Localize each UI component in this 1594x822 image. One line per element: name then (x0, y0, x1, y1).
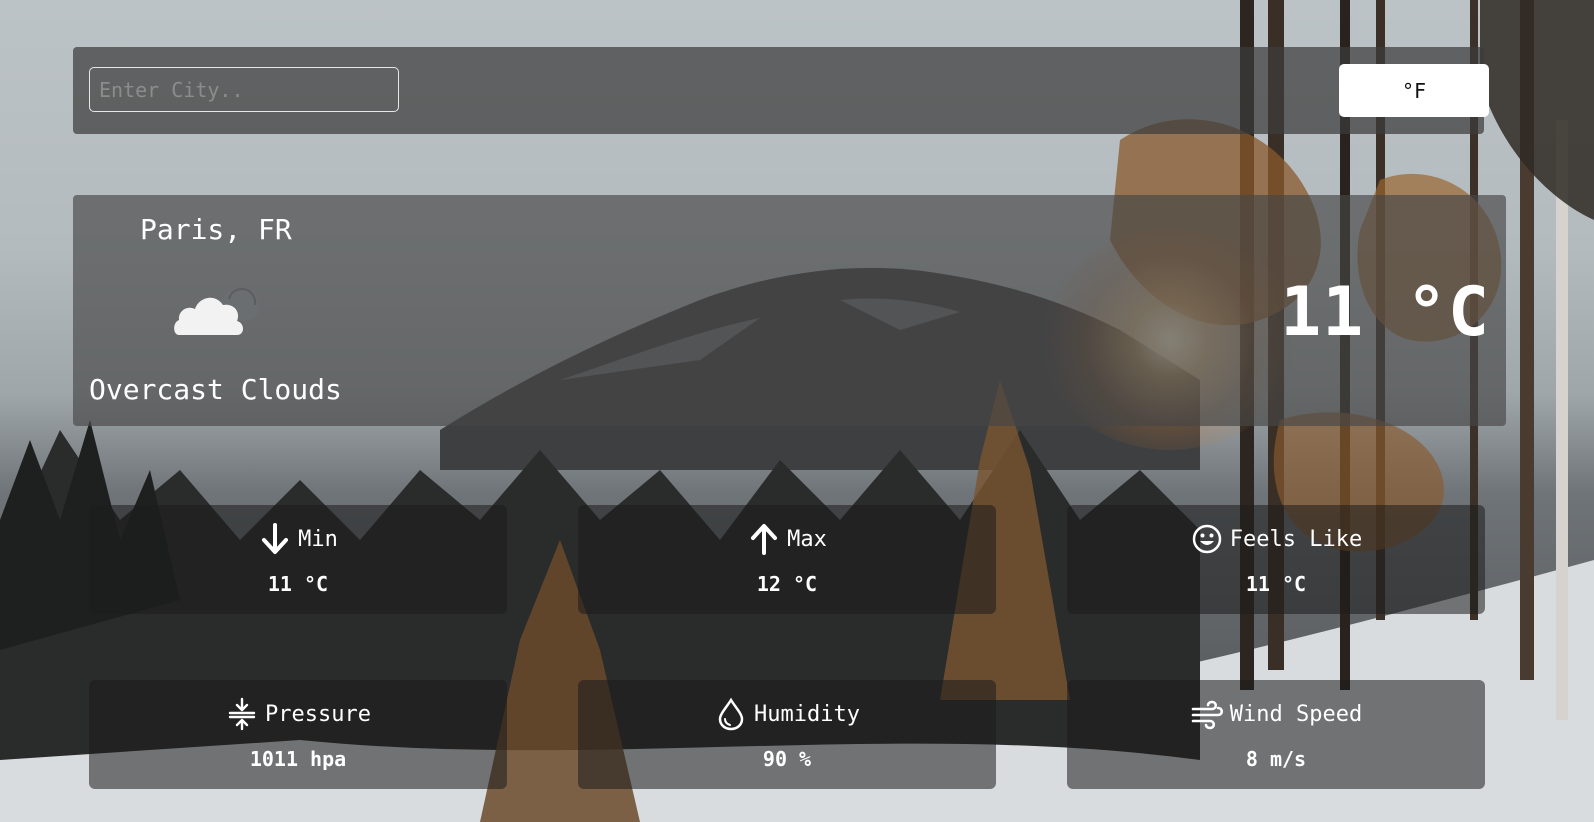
current-temperature: 11 °C (1280, 273, 1490, 352)
stat-value: 90 % (762, 747, 812, 771)
stat-label: Pressure (265, 701, 371, 727)
stat-value: 1011 hpa (249, 747, 347, 771)
stat-label: Wind Speed (1229, 701, 1363, 727)
location-name: Paris, FR (140, 213, 292, 246)
arrow-up-icon (751, 524, 778, 555)
stat-value: 11 °C (1245, 572, 1307, 596)
stat-label: Min (298, 526, 338, 552)
stat-feels-like: Feels Like 11 °C (1067, 505, 1485, 614)
city-search-input[interactable] (89, 67, 399, 112)
arrow-down-icon (262, 523, 289, 554)
stat-label: Max (787, 526, 827, 552)
wind-icon (1191, 700, 1223, 730)
stat-max: Max 12 °C (578, 505, 996, 614)
compress-icon (228, 697, 256, 731)
stat-value: 8 m/s (1245, 747, 1307, 771)
stat-value: 11 °C (267, 572, 329, 596)
stat-min: Min 11 °C (89, 505, 507, 614)
stat-label: Feels Like (1229, 526, 1363, 552)
overcast-clouds-icon (173, 277, 263, 339)
search-bar: °F (73, 47, 1489, 134)
stat-wind-speed: Wind Speed 8 m/s (1067, 680, 1485, 789)
unit-toggle-button[interactable]: °F (1339, 64, 1489, 117)
stat-value: 12 °C (756, 572, 818, 596)
stat-label: Humidity (754, 701, 860, 727)
weather-description: Overcast Clouds (89, 373, 342, 406)
current-weather-card: Paris, FR Overcast Clouds 11 °C (73, 195, 1506, 426)
stat-humidity: Humidity 90 % (578, 680, 996, 789)
droplet-icon (718, 697, 744, 731)
stat-pressure: Pressure 1011 hpa (89, 680, 507, 789)
smiley-icon (1192, 524, 1222, 554)
